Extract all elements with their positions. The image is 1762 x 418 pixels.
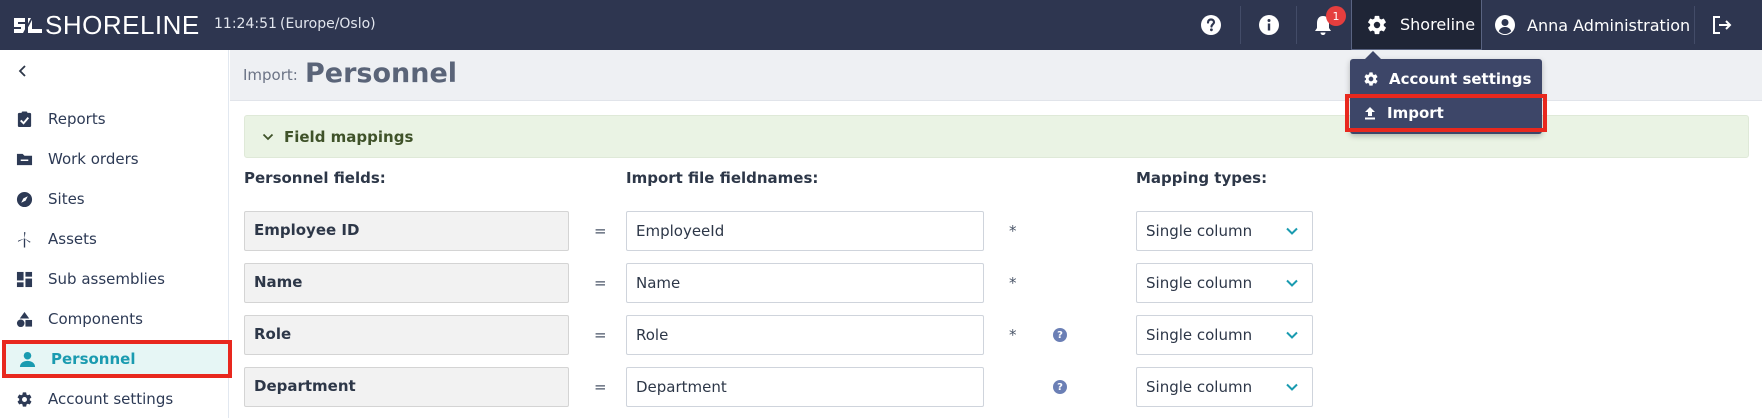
required-marker: * [1009, 222, 1017, 240]
info-circle-icon [1259, 15, 1279, 35]
person-icon [19, 351, 36, 367]
field-label-department: Department [244, 367, 569, 407]
upload-icon [1365, 107, 1375, 120]
folder-icon [16, 153, 33, 165]
mapping-type-value: Single column [1146, 222, 1253, 240]
column-header-mapping-types: Mapping types: [1136, 169, 1268, 187]
notifications-button[interactable]: 1 [1296, 0, 1350, 50]
user-name: Anna Administration [1527, 15, 1691, 35]
help-question-icon[interactable]: ? [1053, 328, 1067, 342]
menu-item-import[interactable]: Import [1345, 94, 1547, 132]
sidebar-item-personnel[interactable]: Personnel [2, 340, 232, 378]
sidebar-item-label: Assets [48, 230, 97, 248]
compass-icon [16, 191, 33, 207]
organization-label: Shoreline [1400, 15, 1476, 34]
sidebar-item-reports[interactable]: Reports [0, 101, 229, 137]
clipboard-check-icon [17, 110, 32, 127]
equals-sign: = [594, 222, 607, 240]
gear-icon [1368, 15, 1386, 34]
column-header-import-fieldnames: Import file fieldnames: [626, 169, 819, 187]
help-button[interactable] [1184, 0, 1238, 50]
mapping-type-select-employee-id[interactable]: Single column [1136, 211, 1313, 251]
import-fieldname-input-department[interactable] [626, 367, 984, 407]
chevron-down-icon [1286, 383, 1298, 391]
field-label-name: Name [244, 263, 569, 303]
sidebar-item-work-orders[interactable]: Work orders [0, 141, 229, 177]
field-label-employee-id: Employee ID [244, 211, 569, 251]
chevron-left-icon [18, 65, 26, 77]
menu-item-label: Import [1387, 104, 1444, 122]
user-circle-icon [1495, 15, 1515, 35]
collapse-sidebar-button[interactable] [16, 64, 30, 82]
top-bar: SHORELINE 11:24:51 (Europe/Oslo) 1 Shore… [0, 0, 1762, 50]
sidebar-item-label: Reports [48, 110, 106, 128]
import-fieldname-input-name[interactable] [626, 263, 984, 303]
chevron-down-icon [1286, 331, 1298, 339]
chevron-down-icon [1286, 279, 1298, 287]
mapping-type-select-department[interactable]: Single column [1136, 367, 1313, 407]
sidebar-item-sub-assemblies[interactable]: Sub assemblies [0, 261, 229, 297]
sidebar-item-assets[interactable]: Assets [0, 221, 229, 257]
required-marker: * [1009, 326, 1017, 344]
mapping-type-value: Single column [1146, 378, 1253, 396]
logo-mark-icon [14, 18, 42, 33]
sidebar-item-components[interactable]: Components [0, 301, 229, 337]
help-question-icon[interactable]: ? [1053, 380, 1067, 394]
required-marker: * [1009, 274, 1017, 292]
sidebar-item-label: Sites [48, 190, 85, 208]
gear-icon [17, 391, 32, 407]
mapping-type-select-name[interactable]: Single column [1136, 263, 1313, 303]
equals-sign: = [594, 326, 607, 344]
clock-time: 11:24:51 [214, 16, 277, 32]
equals-sign: = [594, 378, 607, 396]
mapping-type-select-role[interactable]: Single column [1136, 315, 1313, 355]
sidebar-item-account-settings[interactable]: Account settings [0, 381, 229, 417]
sidebar: Reports Work orders Sites Assets Sub ass… [0, 50, 232, 418]
section-title: Field mappings [284, 127, 414, 146]
question-circle-icon [1201, 15, 1221, 35]
page-title: Personnel [305, 58, 458, 89]
equals-sign: = [594, 274, 607, 292]
sidebar-item-sites[interactable]: Sites [0, 181, 229, 217]
import-fieldname-input-employee-id[interactable] [626, 211, 984, 251]
logo-text: SHORELINE [45, 9, 200, 40]
logout-button[interactable] [1695, 0, 1749, 50]
sidebar-item-label: Components [48, 310, 143, 328]
column-header-personnel-fields: Personnel fields: [244, 169, 386, 187]
chevron-down-icon [1286, 227, 1298, 235]
sign-out-icon [1713, 16, 1732, 34]
sidebar-item-label: Sub assemblies [48, 270, 165, 288]
clock-timezone: (Europe/Oslo) [280, 16, 376, 32]
info-button[interactable] [1242, 0, 1296, 50]
dashboard-grid-icon [16, 271, 33, 287]
user-menu-button[interactable]: Anna Administration [1494, 0, 1690, 50]
mapping-type-value: Single column [1146, 326, 1253, 344]
field-label-role: Role [244, 315, 569, 355]
sidebar-item-label: Account settings [48, 390, 174, 408]
shapes-icon [16, 311, 33, 327]
menu-item-account-settings[interactable]: Account settings [1350, 63, 1542, 95]
chevron-down-icon [262, 133, 274, 140]
sidebar-item-label: Personnel [51, 350, 136, 368]
mapping-type-value: Single column [1146, 274, 1253, 292]
sidebar-item-label: Work orders [48, 150, 139, 168]
organization-menu-button[interactable]: Shoreline [1351, 0, 1482, 50]
notification-count-badge: 1 [1326, 6, 1346, 26]
shoreline-logo[interactable]: SHORELINE [13, 9, 200, 40]
breadcrumb: Import: [243, 66, 298, 84]
import-fieldname-input-role[interactable] [626, 315, 984, 355]
wind-turbine-icon [17, 231, 31, 248]
gear-icon [1364, 72, 1378, 86]
organization-dropdown-menu: Account settings Import [1345, 51, 1547, 134]
menu-item-label: Account settings [1389, 70, 1532, 88]
